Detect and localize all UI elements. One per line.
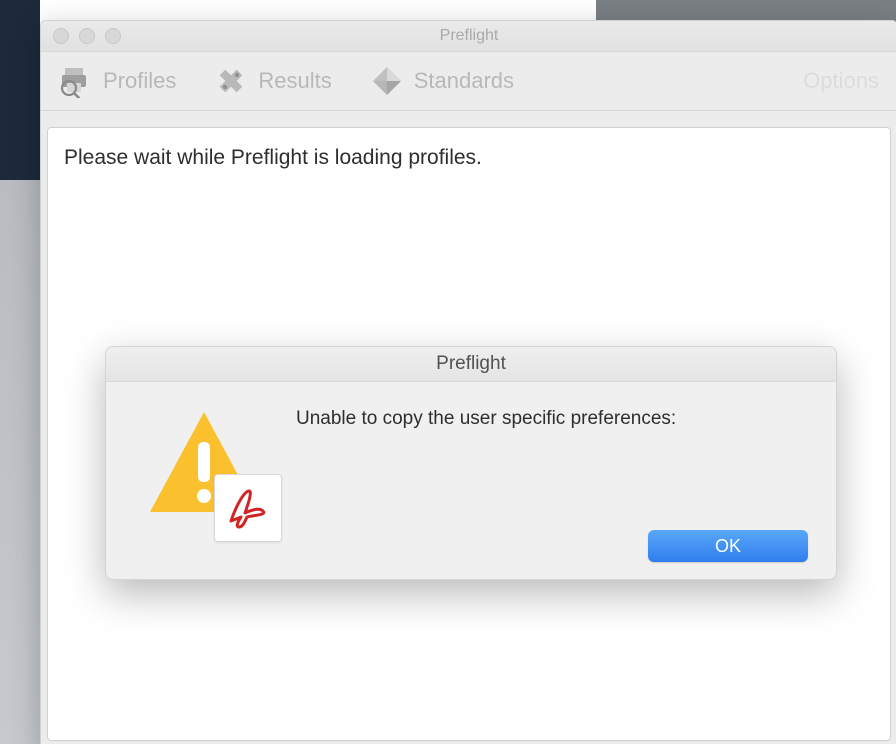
alert-message: Unable to copy the user specific prefere… xyxy=(296,408,808,430)
tab-standards[interactable]: Standards xyxy=(370,64,514,98)
traffic-lights xyxy=(53,28,121,44)
tab-standards-label: Standards xyxy=(414,68,514,94)
window-title: Preflight xyxy=(41,27,896,45)
alert-message-column: Unable to copy the user specific prefere… xyxy=(296,404,808,562)
minimize-window-button[interactable] xyxy=(79,28,95,44)
standards-icon xyxy=(370,64,404,98)
loading-message: Please wait while Preflight is loading p… xyxy=(64,146,874,170)
alert-dialog: Preflight Unable to copy the user specif… xyxy=(105,346,837,580)
alert-button-row: OK xyxy=(296,530,808,562)
background-left-dark-strip xyxy=(0,0,40,180)
alert-icon-column xyxy=(134,404,274,562)
alert-title: Preflight xyxy=(106,347,836,382)
close-window-button[interactable] xyxy=(53,28,69,44)
tab-results-label: Results xyxy=(258,68,331,94)
options-menu[interactable]: Options xyxy=(803,68,879,94)
tab-profiles-label: Profiles xyxy=(103,68,176,94)
tab-profiles[interactable]: Profiles xyxy=(59,64,176,98)
window-titlebar: Preflight xyxy=(41,21,896,52)
options-label: Options xyxy=(803,68,879,93)
ok-button[interactable]: OK xyxy=(648,530,808,562)
printer-icon xyxy=(59,64,93,98)
warning-icon xyxy=(144,404,264,534)
tab-results[interactable]: Results xyxy=(214,64,331,98)
toolbar: Profiles Results xyxy=(41,52,896,111)
results-icon xyxy=(214,64,248,98)
alert-body: Unable to copy the user specific prefere… xyxy=(106,382,836,580)
zoom-window-button[interactable] xyxy=(105,28,121,44)
adobe-acrobat-icon xyxy=(214,474,282,542)
background-top-strip xyxy=(596,0,896,22)
